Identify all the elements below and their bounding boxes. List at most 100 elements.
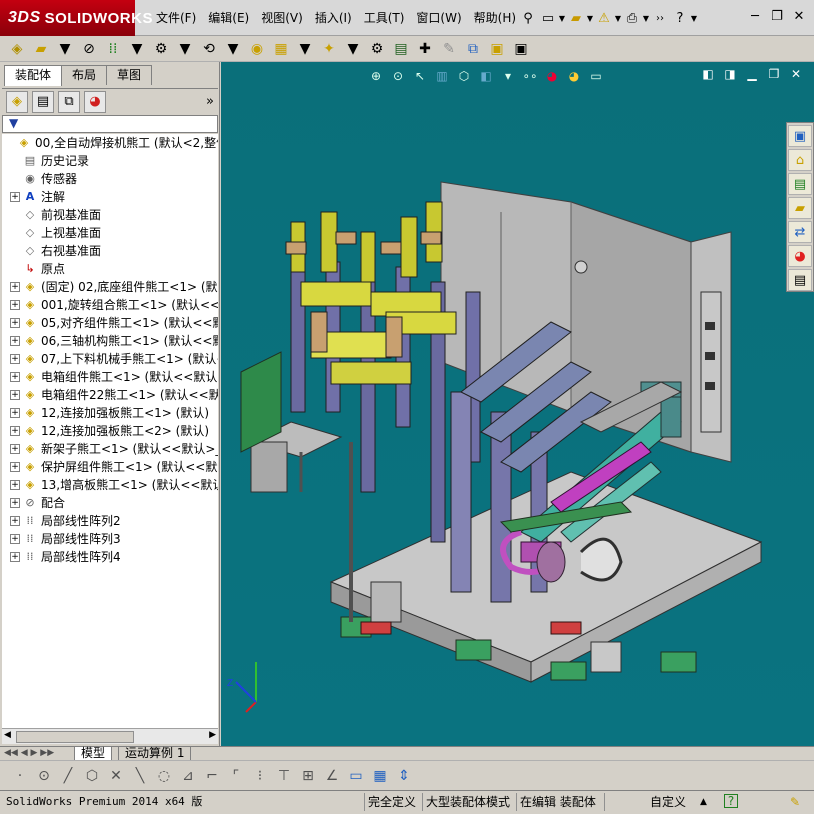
expand-icon[interactable]: + xyxy=(10,318,20,328)
smart-dimension-icon[interactable]: ⊤ xyxy=(274,766,294,786)
chevron-down-icon[interactable]: ▼ xyxy=(690,8,698,28)
chevron-down-icon[interactable]: ▼ xyxy=(614,8,622,28)
scroll-left-icon[interactable]: ◀ xyxy=(4,730,11,740)
expand-icon[interactable]: + xyxy=(10,408,20,418)
configuration-manager-tab-icon[interactable]: ⧉ xyxy=(58,90,80,113)
tree-node[interactable]: ◇ 前视基准面 xyxy=(2,206,218,224)
rebuild-warning-icon[interactable]: ⚠ xyxy=(594,8,614,28)
new-motion-study-icon[interactable]: ⚙ xyxy=(366,38,388,60)
feature-filter[interactable]: ▼ xyxy=(2,115,218,133)
mate-icon[interactable]: ⊘ xyxy=(78,38,100,60)
expand-icon[interactable]: + xyxy=(10,282,20,292)
expand-icon[interactable]: + xyxy=(10,534,20,544)
linear-pattern-icon[interactable]: ⁞⁞ xyxy=(102,38,124,60)
bill-of-materials-icon[interactable]: ▤ xyxy=(390,38,412,60)
help-icon[interactable]: ? xyxy=(724,794,738,808)
reference-geometry-icon[interactable]: ✦ xyxy=(318,38,340,60)
home-icon[interactable]: ⌂ xyxy=(788,149,812,171)
scroll-right-icon[interactable]: ▶ xyxy=(209,730,216,740)
tree-node[interactable]: + ⁞⁞ 局部线性阵列4 xyxy=(2,548,218,566)
tree-node[interactable]: ◇ 上视基准面 xyxy=(2,224,218,242)
fillet-icon[interactable]: ⌐ xyxy=(202,766,222,786)
tree-node[interactable]: + ⁞⁞ 局部线性阵列2 xyxy=(2,512,218,530)
new-part-icon[interactable]: ▰ xyxy=(30,38,52,60)
expand-icon[interactable]: + xyxy=(10,390,20,400)
tree-node[interactable]: ◇ 右视基准面 xyxy=(2,242,218,260)
chevron-down-icon[interactable]: ▼ xyxy=(222,38,244,60)
tree-node[interactable]: + ⊘ 配合 xyxy=(2,494,218,512)
toolbar-overflow-icon[interactable]: ›› xyxy=(650,8,670,28)
tree-node[interactable]: + ◈ 06,三轴机构熊工<1> (默认<<默认 xyxy=(2,332,218,350)
minimize-button[interactable]: ─ xyxy=(746,8,764,24)
assembly-features-icon[interactable]: ▦ xyxy=(270,38,292,60)
angle-icon[interactable]: ∠ xyxy=(322,766,342,786)
grid-icon[interactable]: ⊞ xyxy=(298,766,318,786)
menu-help[interactable]: 帮助(H) xyxy=(468,9,522,27)
solidworks-resources-icon[interactable]: ▣ xyxy=(788,125,812,147)
offset-icon[interactable]: ◌ xyxy=(154,766,174,786)
display-manager-tab-icon[interactable]: ◕ xyxy=(84,90,106,113)
tree-node[interactable]: + ◈ 05,对齐组件熊工<1> (默认<<默认 xyxy=(2,314,218,332)
tree-node[interactable]: ▤ 历史记录 xyxy=(2,152,218,170)
exploded-view-icon[interactable]: ✚ xyxy=(414,38,436,60)
tree-node[interactable]: + ◈ 新架子熊工<1> (默认<<默认>_外 xyxy=(2,440,218,458)
tree-node[interactable]: + ◈ 电箱组件22熊工<1> (默认<<默认 xyxy=(2,386,218,404)
tab-sketch[interactable]: 草图 xyxy=(106,65,153,85)
custom-properties-icon[interactable]: ▤ xyxy=(788,269,812,291)
menu-edit[interactable]: 编辑(E) xyxy=(202,9,255,27)
expand-icon[interactable]: + xyxy=(10,462,20,472)
corner-rectangle-icon[interactable]: ⌜ xyxy=(226,766,246,786)
tree-node[interactable]: ◈ 00,全自动焊接机熊工 (默认<2,整体 xyxy=(2,134,218,152)
chevron-down-icon[interactable]: ▼ xyxy=(558,8,566,28)
chevron-down-icon[interactable]: ▼ xyxy=(174,38,196,60)
chevron-down-icon[interactable]: ▼ xyxy=(342,38,364,60)
expand-icon[interactable]: + xyxy=(10,552,20,562)
menu-tools[interactable]: 工具(T) xyxy=(358,9,411,27)
explode-line-icon[interactable]: ✎ xyxy=(438,38,460,60)
expand-icon[interactable]: + xyxy=(10,426,20,436)
extend-icon[interactable]: ╲ xyxy=(130,766,150,786)
tree-node[interactable]: + ◈ 13,增高板熊工<1> (默认<<默认> xyxy=(2,476,218,494)
expand-icon[interactable]: + xyxy=(10,336,20,346)
expand-icon[interactable]: + xyxy=(10,300,20,310)
move-component-icon[interactable]: ⟲ xyxy=(198,38,220,60)
expand-icon[interactable]: + xyxy=(10,444,20,454)
tree-node[interactable]: + ⁞⁞ 局部线性阵列3 xyxy=(2,530,218,548)
close-button[interactable]: ✕ xyxy=(790,8,808,24)
polygon-icon[interactable]: ⬡ xyxy=(82,766,102,786)
design-library-icon[interactable]: ▤ xyxy=(788,173,812,195)
table-icon[interactable]: ▦ xyxy=(370,766,390,786)
interference-detection-icon[interactable]: ⧉ xyxy=(462,38,484,60)
view-palette-icon[interactable]: ⇄ xyxy=(788,221,812,243)
chevron-down-icon[interactable]: ▼ xyxy=(126,38,148,60)
solidworks-logo[interactable]: 3DS SOLIDWORKS xyxy=(0,0,152,36)
horizontal-scrollbar[interactable]: ◀ ▶ xyxy=(2,728,218,744)
appearances-icon[interactable]: ◕ xyxy=(788,245,812,267)
tree-node[interactable]: ◉ 传感器 xyxy=(2,170,218,188)
open-folder-icon[interactable]: ▰ xyxy=(566,8,586,28)
tab-motion-study-1[interactable]: 运动算例 1 xyxy=(118,747,192,761)
expand-icon[interactable]: + xyxy=(10,192,20,202)
units-up-icon[interactable]: ▲ xyxy=(700,794,707,810)
tab-assembly[interactable]: 装配体 xyxy=(4,65,63,86)
clearance-verification-icon[interactable]: ▣ xyxy=(486,38,508,60)
smart-fasteners-icon[interactable]: ⚙ xyxy=(150,38,172,60)
menu-insert[interactable]: 插入(I) xyxy=(309,9,358,27)
graphics-area[interactable]: ⊕ ⊙ ↖ ▥ ⬡ ◧ ▾ ∘∘ ◕ ◕ ▭ ◧ ◨ ▁ ❐ ✕ Z ▣ ⌂ ▤… xyxy=(221,62,814,746)
tree-node[interactable]: + ◈ 12,连接加强板熊工<2> (默认) xyxy=(2,422,218,440)
feature-manager-tab-icon[interactable]: ◈ xyxy=(6,90,28,113)
tab-model[interactable]: 模型 xyxy=(74,747,113,761)
expand-icon[interactable]: + xyxy=(10,498,20,508)
trim-icon[interactable]: ✕ xyxy=(106,766,126,786)
instant3d-icon[interactable]: ▣ xyxy=(510,38,532,60)
print-icon[interactable]: ⎙ xyxy=(622,8,642,28)
tree-node[interactable]: + ◈ 001,旋转组合熊工<1> (默认<<默 xyxy=(2,296,218,314)
file-explorer-icon[interactable]: ▰ xyxy=(788,197,812,219)
restore-button[interactable]: ❐ xyxy=(768,8,786,24)
tree-node[interactable]: + A 注解 xyxy=(2,188,218,206)
expand-icon[interactable]: + xyxy=(10,480,20,490)
menu-file[interactable]: 文件(F) xyxy=(150,9,202,27)
circle-icon[interactable]: ⊙ xyxy=(34,766,54,786)
expand-icon[interactable]: + xyxy=(10,354,20,364)
menu-view[interactable]: 视图(V) xyxy=(255,9,309,27)
